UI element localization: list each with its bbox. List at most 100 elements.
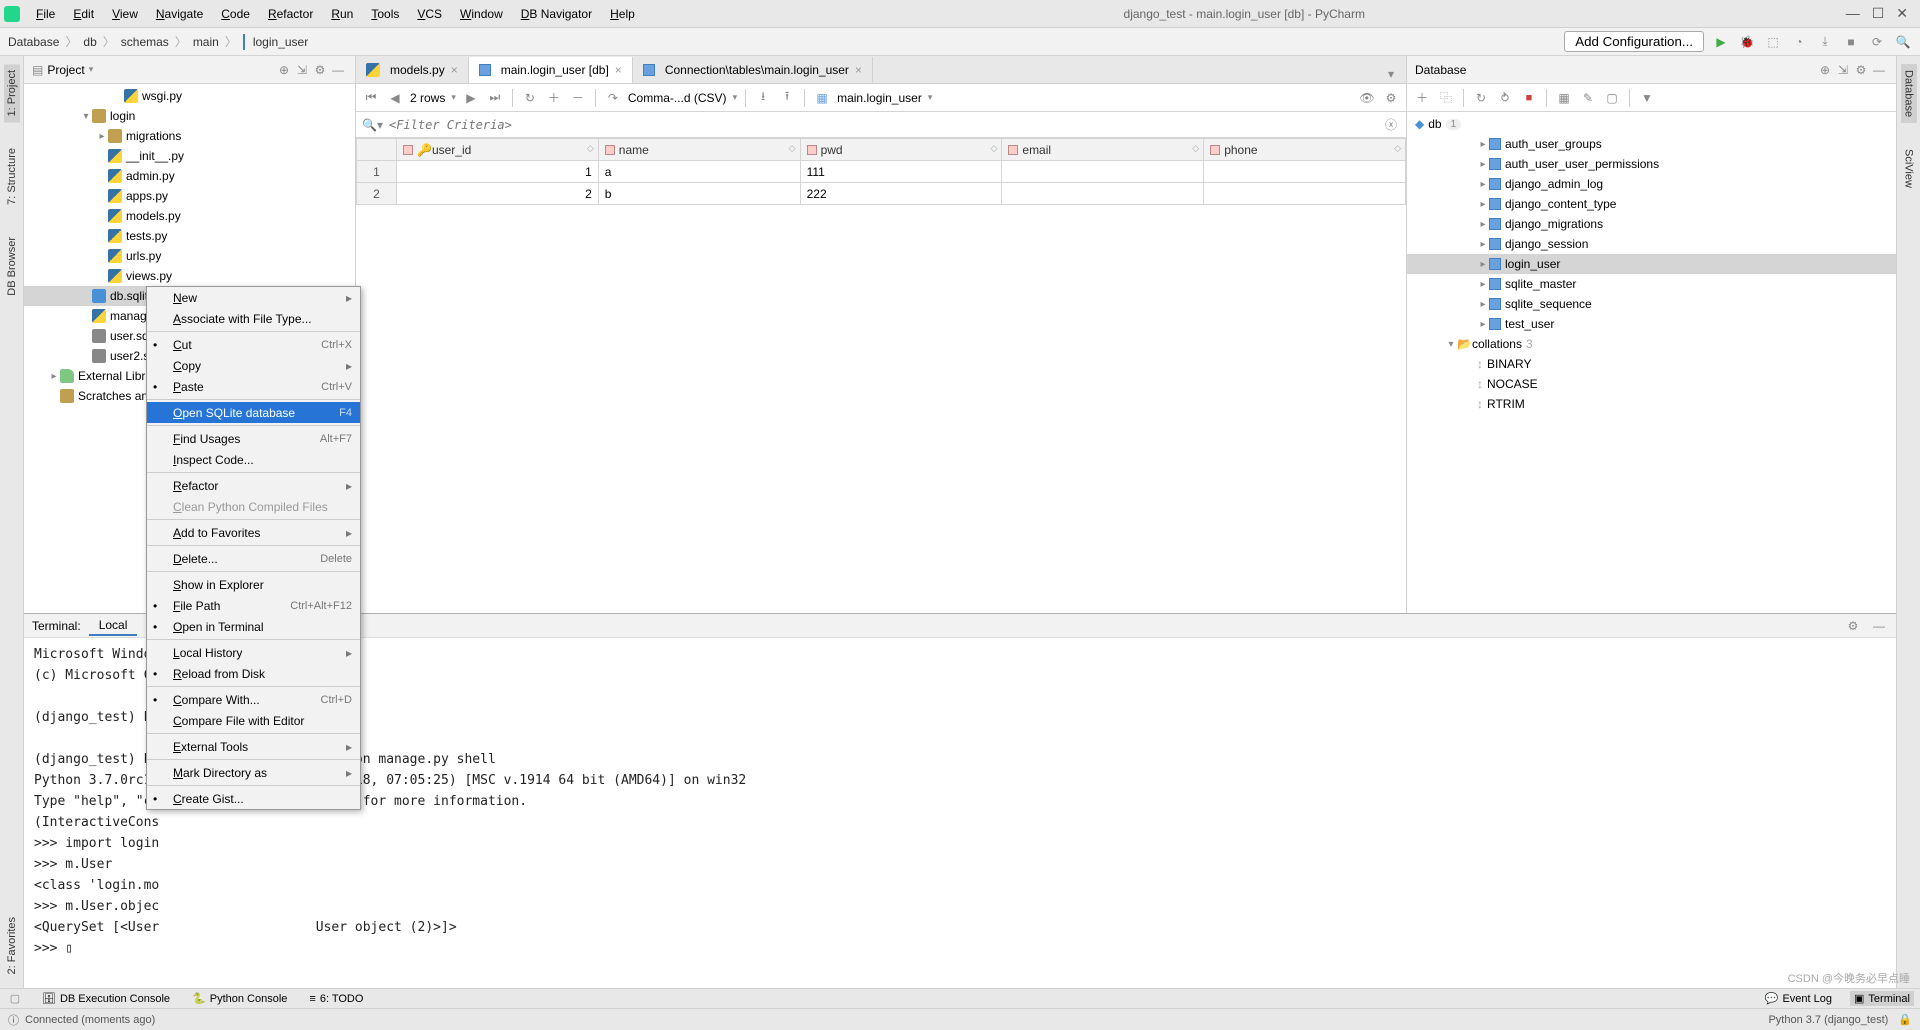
- right-tab-sciview[interactable]: SciView: [1901, 143, 1917, 194]
- edit-icon[interactable]: ✎: [1579, 89, 1597, 107]
- bottom-tab-python-console[interactable]: 🐍Python Console: [188, 991, 291, 1006]
- left-tab-dbbrowser[interactable]: DB Browser: [4, 231, 20, 302]
- tree-item-views-py[interactable]: views.py: [24, 266, 355, 286]
- collation-binary[interactable]: ↕BINARY: [1407, 354, 1896, 374]
- tree-item-tests-py[interactable]: tests.py: [24, 226, 355, 246]
- hide-icon[interactable]: —: [329, 61, 347, 79]
- menu-db-navigator[interactable]: DB Navigator: [513, 5, 600, 23]
- ctx-associate-with-file-type-[interactable]: Associate with File Type...: [147, 308, 360, 329]
- db-table-auth_user_user_permissions[interactable]: ▸auth_user_user_permissions: [1407, 154, 1896, 174]
- terminal-gear-icon[interactable]: ⚙: [1844, 617, 1862, 635]
- breadcrumb-schemas[interactable]: schemas: [121, 35, 169, 49]
- bottom-tab-6-todo[interactable]: ≡6: TODO: [305, 991, 367, 1006]
- context-menu[interactable]: New▸Associate with File Type...•CutCtrl+…: [146, 286, 361, 810]
- tree-item-migrations[interactable]: ▸migrations: [24, 126, 355, 146]
- open-ddl-icon[interactable]: ▢: [1603, 89, 1621, 107]
- terminal-hide-icon[interactable]: —: [1870, 617, 1888, 635]
- coverage-icon[interactable]: ⬚: [1764, 33, 1782, 51]
- db-hide-icon[interactable]: —: [1870, 61, 1888, 79]
- prev-page-icon[interactable]: ◀: [386, 89, 404, 107]
- bottom-tab-db-execution-console[interactable]: 🗄DB Execution Console: [38, 991, 174, 1006]
- left-tab-favorites[interactable]: 2: Favorites: [4, 911, 20, 980]
- ctx-cut[interactable]: •CutCtrl+X: [147, 334, 360, 355]
- ctx-delete-[interactable]: Delete...Delete: [147, 548, 360, 569]
- duplicate-datasource-icon[interactable]: ⿻: [1437, 89, 1455, 107]
- ctx-compare-file-with-editor[interactable]: Compare File with Editor: [147, 710, 360, 731]
- view-icon[interactable]: 👁: [1358, 89, 1376, 107]
- rows-dropdown-icon[interactable]: ▾: [451, 92, 456, 103]
- editor-tab-connection-tables-main-login_user[interactable]: Connection\tables\main.login_user×: [633, 57, 873, 83]
- gear-icon[interactable]: ⚙: [311, 61, 329, 79]
- minimize-button[interactable]: —: [1846, 5, 1860, 22]
- menu-edit[interactable]: Edit: [65, 5, 102, 23]
- tree-item-login[interactable]: ▾login: [24, 106, 355, 126]
- tree-item-wsgi-py[interactable]: wsgi.py: [24, 86, 355, 106]
- menu-refactor[interactable]: Refactor: [260, 5, 321, 23]
- ctx-file-path[interactable]: •File PathCtrl+Alt+F12: [147, 595, 360, 616]
- bottom-tab-terminal[interactable]: ▣Terminal: [1850, 991, 1914, 1006]
- attach-icon[interactable]: ⤓: [1816, 33, 1834, 51]
- ctx-open-sqlite-database[interactable]: Open SQLite databaseF4: [147, 402, 360, 423]
- menu-tools[interactable]: Tools: [363, 5, 407, 23]
- db-table-django_admin_log[interactable]: ▸django_admin_log: [1407, 174, 1896, 194]
- first-page-icon[interactable]: ⏮: [362, 89, 380, 107]
- ctx-external-tools[interactable]: External Tools▸: [147, 736, 360, 757]
- collapse-db-icon[interactable]: ⇲: [1834, 61, 1852, 79]
- db-table-auth_user_groups[interactable]: ▸auth_user_groups: [1407, 134, 1896, 154]
- menu-navigate[interactable]: Navigate: [148, 5, 211, 23]
- delete-row-icon[interactable]: －: [569, 89, 587, 107]
- bottom-tab-event-log[interactable]: 💬Event Log: [1761, 991, 1836, 1006]
- close-button[interactable]: ✕: [1896, 5, 1908, 22]
- right-tab-database[interactable]: Database: [1901, 64, 1917, 123]
- menu-view[interactable]: View: [104, 5, 146, 23]
- db-table-sqlite_master[interactable]: ▸sqlite_master: [1407, 274, 1896, 294]
- tree-item-apps-py[interactable]: apps.py: [24, 186, 355, 206]
- ctx-paste[interactable]: •PasteCtrl+V: [147, 376, 360, 397]
- menu-window[interactable]: Window: [452, 5, 511, 23]
- ctx-copy[interactable]: Copy▸: [147, 355, 360, 376]
- search-icon[interactable]: 🔍: [1894, 33, 1912, 51]
- menu-help[interactable]: Help: [602, 5, 643, 23]
- next-page-icon[interactable]: ▶: [462, 89, 480, 107]
- terminal-tab-local[interactable]: Local: [89, 616, 138, 636]
- table-row[interactable]: 22b222: [357, 183, 1406, 205]
- left-tab-structure[interactable]: 7: Structure: [4, 142, 20, 211]
- close-tab-icon[interactable]: ×: [615, 63, 622, 77]
- add-row-icon[interactable]: ＋: [545, 89, 563, 107]
- ctx-local-history[interactable]: Local History▸: [147, 642, 360, 663]
- sync-icon[interactable]: ⥁: [1496, 89, 1514, 107]
- menu-vcs[interactable]: VCS: [409, 5, 450, 23]
- ctx-show-in-explorer[interactable]: Show in Explorer: [147, 574, 360, 595]
- db-table-django_migrations[interactable]: ▸django_migrations: [1407, 214, 1896, 234]
- db-gear-icon[interactable]: ⚙: [1852, 61, 1870, 79]
- format-selector[interactable]: Comma-...d (CSV): [628, 91, 727, 105]
- ctx-reload-from-disk[interactable]: •Reload from Disk: [147, 663, 360, 684]
- last-page-icon[interactable]: ⏭: [486, 89, 504, 107]
- locate-icon[interactable]: ⊕: [275, 61, 293, 79]
- filter-input[interactable]: [389, 118, 1376, 132]
- db-table-login_user[interactable]: ▸login_user: [1407, 254, 1896, 274]
- tree-item-urls-py[interactable]: urls.py: [24, 246, 355, 266]
- breadcrumb-main[interactable]: main: [193, 35, 219, 49]
- settings-icon[interactable]: ⚙: [1382, 89, 1400, 107]
- status-lock-icon[interactable]: 🔒: [1898, 1013, 1912, 1026]
- locate-db-icon[interactable]: ⊕: [1816, 61, 1834, 79]
- col-name[interactable]: name◇: [598, 139, 800, 161]
- table-link-icon[interactable]: ▦: [813, 89, 831, 107]
- tabs-dropdown-icon[interactable]: ▾: [1382, 65, 1400, 83]
- update-icon[interactable]: ⟳: [1868, 33, 1886, 51]
- tx-icon[interactable]: ↷: [604, 89, 622, 107]
- clear-filter-icon[interactable]: ⓧ: [1382, 116, 1400, 134]
- import-icon[interactable]: ⭱: [778, 89, 796, 107]
- breadcrumb-login_user[interactable]: login_user: [253, 35, 308, 49]
- db-table-test_user[interactable]: ▸test_user: [1407, 314, 1896, 334]
- add-configuration-button[interactable]: Add Configuration...: [1564, 31, 1704, 52]
- table-name-label[interactable]: main.login_user: [837, 91, 922, 105]
- collapse-icon[interactable]: ⇲: [293, 61, 311, 79]
- editor-tab-models-py[interactable]: models.py×: [356, 57, 469, 83]
- ctx-add-to-favorites[interactable]: Add to Favorites▸: [147, 522, 360, 543]
- col-phone[interactable]: phone◇: [1204, 139, 1406, 161]
- col-email[interactable]: email◇: [1002, 139, 1204, 161]
- stop-icon[interactable]: ■: [1842, 33, 1860, 51]
- breadcrumb-database[interactable]: Database: [8, 35, 59, 49]
